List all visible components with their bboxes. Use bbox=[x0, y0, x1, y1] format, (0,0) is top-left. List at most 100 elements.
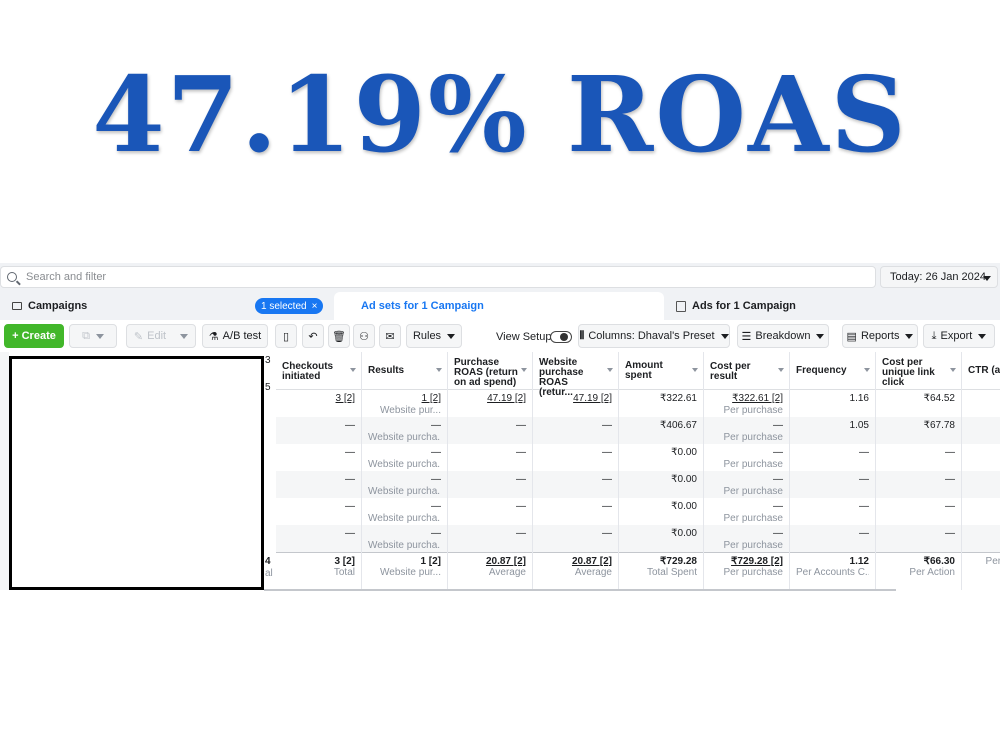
cell-value: — bbox=[431, 420, 441, 431]
cell-value[interactable]: 1 [2] bbox=[368, 393, 441, 405]
close-icon[interactable]: × bbox=[312, 301, 318, 312]
total-cell: 1.12 Per Accounts C... bbox=[790, 552, 875, 590]
date-label: Today: 26 Jan 2024 bbox=[890, 271, 987, 283]
table-cell: — bbox=[276, 525, 361, 552]
cell-value: — bbox=[859, 501, 869, 512]
rules-button[interactable]: Rules bbox=[406, 324, 462, 348]
table-cell: — bbox=[876, 498, 961, 525]
tab-ads[interactable]: Ads for 1 Campaign bbox=[664, 292, 1000, 320]
export-button[interactable]: ⤓ Export bbox=[923, 324, 995, 348]
cell-value: — bbox=[516, 420, 526, 431]
reports-button[interactable]: ▤ Reports bbox=[842, 324, 918, 348]
cell-value bbox=[968, 393, 1000, 405]
cell-value[interactable]: 47.19 [2] bbox=[539, 393, 612, 405]
chevron-down-icon bbox=[978, 333, 987, 339]
sort-icon[interactable] bbox=[350, 368, 356, 372]
col-frequency: Frequency 1.16 1.05 — — — — 1.12 Per Accounts C.… bbox=[790, 352, 876, 590]
cell-subtext: Per purchase bbox=[723, 513, 783, 524]
headline: 47.19% ROAS bbox=[92, 53, 908, 176]
table-cell: — bbox=[790, 525, 875, 552]
column-header[interactable]: CTR (al bbox=[962, 352, 1000, 390]
rules-label: Rules bbox=[412, 330, 442, 342]
table-cell: — bbox=[276, 417, 361, 444]
column-header-label: CTR (al bbox=[968, 364, 1000, 376]
col-website-roas: Website purchase ROAS (retur... 47.19 [2]… bbox=[533, 352, 619, 590]
table-cell: — bbox=[533, 417, 618, 444]
audience-button[interactable]: ⚇ bbox=[353, 324, 375, 348]
cell-value[interactable]: 3 [2] bbox=[282, 393, 355, 405]
delete-button[interactable]: 🗑 bbox=[328, 324, 350, 348]
tab-campaigns-label: Campaigns bbox=[28, 300, 88, 312]
selected-badge[interactable]: 1 selected × bbox=[255, 298, 324, 314]
cell-value[interactable]: 47.19 [2] bbox=[454, 393, 526, 405]
partial-column: 3 5 4 al bbox=[262, 352, 276, 590]
cell-subtext: Website purcha... bbox=[368, 486, 441, 497]
column-header[interactable]: Checkouts initiated bbox=[276, 352, 361, 390]
flask-icon: ⚗ bbox=[208, 330, 219, 343]
sort-icon[interactable] bbox=[864, 368, 870, 372]
clipboard-button[interactable]: ▯ bbox=[275, 324, 297, 348]
cell-value: — bbox=[773, 420, 783, 431]
col-amount-spent: Amount spent ₹322.61 ₹406.67 ₹0.00 ₹0.00 ₹0.0… bbox=[619, 352, 704, 590]
cell-value bbox=[968, 474, 1000, 486]
table-cell: — bbox=[876, 471, 961, 498]
table-cell: ₹67.78 bbox=[876, 417, 961, 444]
cell-value: — bbox=[859, 474, 869, 485]
breakdown-button[interactable]: ☰ Breakdown bbox=[737, 324, 829, 348]
date-picker[interactable]: Today: 26 Jan 2024 bbox=[880, 266, 998, 288]
cell-subtext: Website purcha... bbox=[368, 459, 441, 470]
total-subtext: Total bbox=[333, 567, 355, 578]
ab-test-button[interactable]: ⚗ A/B test bbox=[202, 324, 268, 348]
col-checkouts: Checkouts initiated 3 [2] — — — — —3 [2] Total bbox=[276, 352, 362, 590]
column-header[interactable]: Amount spent bbox=[619, 352, 703, 390]
table-cell: — bbox=[448, 498, 532, 525]
view-setup-toggle[interactable] bbox=[550, 331, 572, 343]
cell-value: ₹0.00 bbox=[671, 474, 697, 485]
column-header[interactable]: Frequency bbox=[790, 352, 875, 390]
sort-icon[interactable] bbox=[607, 368, 613, 372]
cell-value bbox=[968, 447, 1000, 459]
cell-value: — bbox=[773, 447, 783, 458]
cell-value: ₹0.00 bbox=[671, 528, 697, 539]
columns-button[interactable]: ⦀ Columns: Dhaval's Preset bbox=[578, 324, 730, 348]
grid-icon bbox=[344, 301, 355, 312]
column-header-label: Results bbox=[368, 364, 405, 376]
sort-icon[interactable] bbox=[692, 368, 698, 372]
partial-cell: 3 bbox=[265, 355, 271, 366]
sort-icon[interactable] bbox=[778, 368, 784, 372]
pencil-icon: ✎ bbox=[133, 330, 144, 343]
tab-campaigns[interactable]: Campaigns 1 selected × bbox=[0, 292, 330, 320]
total-value: ₹729.28 bbox=[660, 556, 697, 567]
column-header[interactable]: Cost per unique link click bbox=[876, 352, 961, 390]
comment-button[interactable]: ✉ bbox=[379, 324, 401, 348]
undo-button[interactable]: ↶ bbox=[302, 324, 324, 348]
table-cell: — bbox=[448, 417, 532, 444]
search-input[interactable]: Search and filter bbox=[0, 266, 876, 288]
sort-icon[interactable] bbox=[436, 368, 442, 372]
reports-label: Reports bbox=[860, 330, 900, 342]
tab-adsets[interactable]: Ad sets for 1 Campaign bbox=[334, 292, 664, 320]
column-header[interactable]: Purchase ROAS (return on ad spend) bbox=[448, 352, 532, 390]
column-header[interactable]: Results bbox=[362, 352, 447, 390]
chevron-down-icon bbox=[180, 333, 189, 339]
chevron-down-icon bbox=[816, 333, 825, 339]
row-checkbox-strip bbox=[0, 352, 9, 590]
col-purchase-roas: Purchase ROAS (return on ad spend) 47.19 … bbox=[448, 352, 533, 590]
edit-button[interactable]: ✎ Edit bbox=[126, 324, 196, 348]
sort-icon[interactable] bbox=[950, 368, 956, 372]
duplicate-button[interactable]: ⧉ bbox=[69, 324, 117, 348]
clipboard-icon: ▯ bbox=[282, 330, 290, 343]
total-cell: 20.87 [2] Average bbox=[448, 552, 532, 590]
total-value: 20.87 [2] bbox=[485, 556, 526, 567]
column-header[interactable]: Website purchase ROAS (retur... bbox=[533, 352, 618, 398]
ab-test-label: A/B test bbox=[222, 330, 262, 342]
create-button[interactable]: + Create bbox=[4, 324, 64, 348]
sort-icon[interactable] bbox=[521, 368, 527, 372]
reports-icon: ▤ bbox=[846, 330, 857, 343]
cell-value: — bbox=[945, 528, 955, 539]
selected-badge-label: 1 selected bbox=[261, 300, 307, 312]
cell-value[interactable]: ₹322.61 [2] bbox=[710, 393, 783, 405]
total-value: 20.87 [2] bbox=[571, 556, 612, 567]
table-cell: — Website purcha... bbox=[362, 471, 447, 498]
column-header[interactable]: Cost per result bbox=[704, 352, 789, 390]
